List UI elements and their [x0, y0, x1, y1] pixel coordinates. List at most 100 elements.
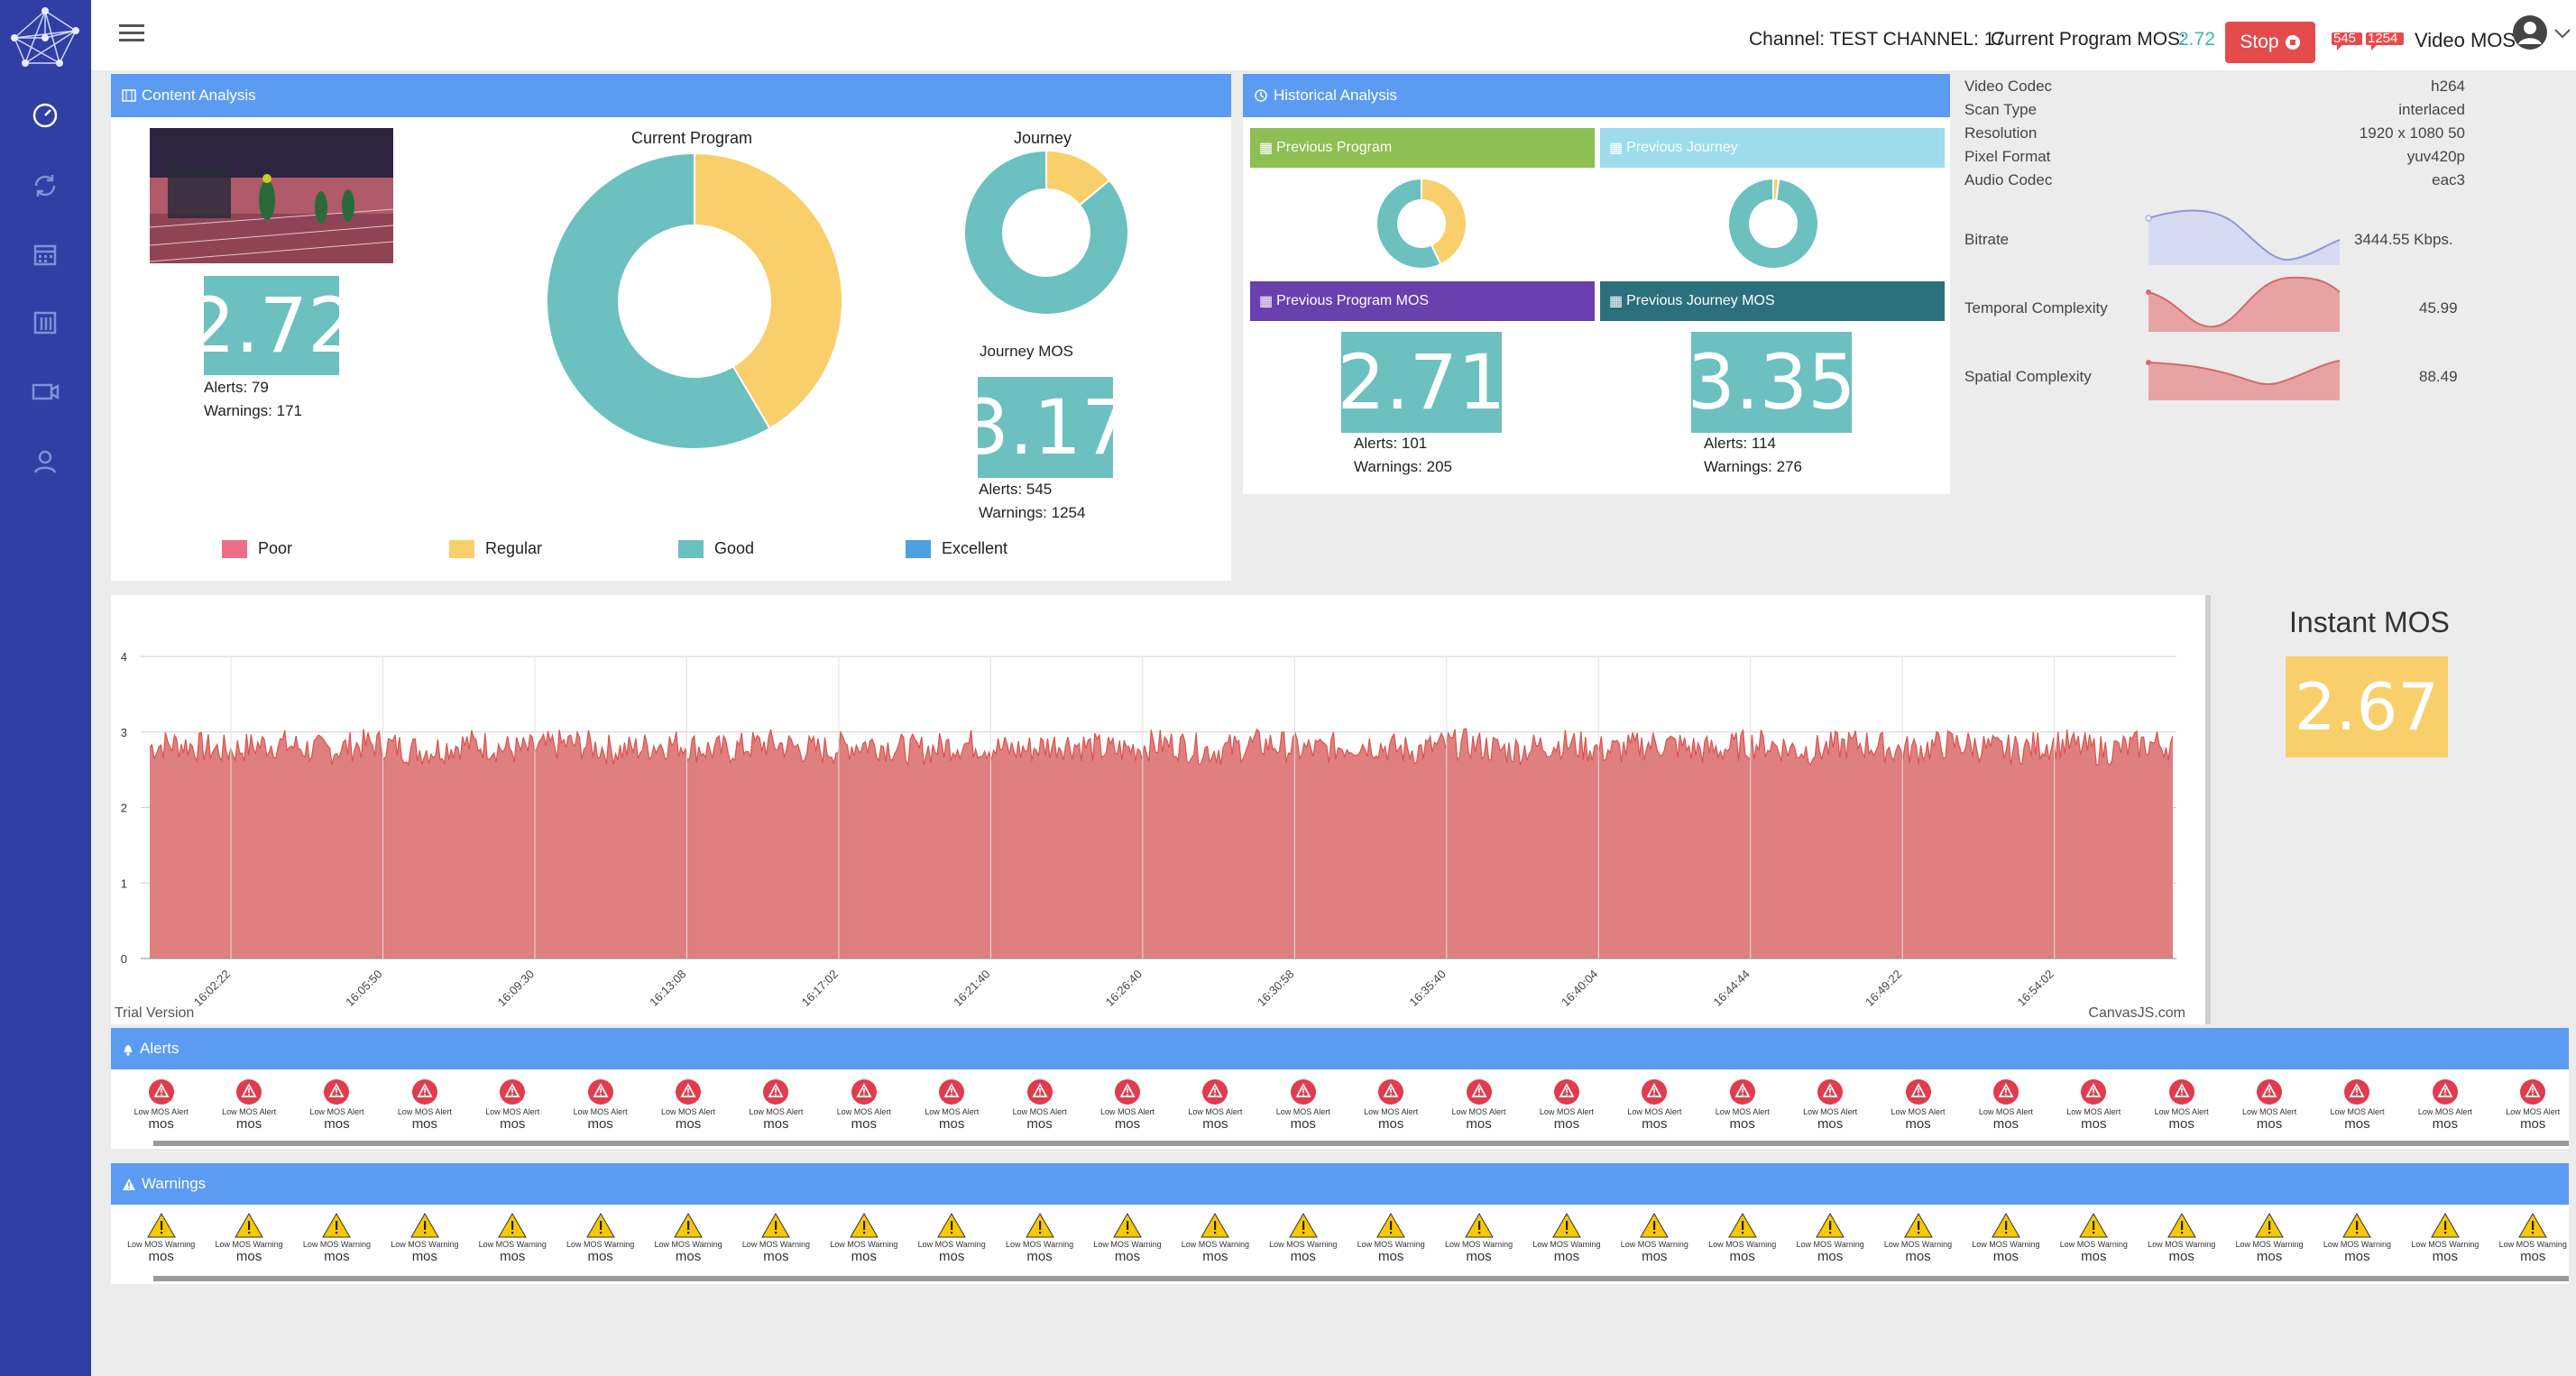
- network-logo-icon[interactable]: [5, 4, 85, 72]
- camera-icon[interactable]: [29, 375, 61, 408]
- mos-area-series[interactable]: [150, 729, 2173, 959]
- alert-item-type: mos: [2344, 1116, 2370, 1132]
- warning-item[interactable]: Low MOS Warning mos: [117, 1213, 205, 1283]
- alert-item[interactable]: Low MOS Alert mos: [2489, 1078, 2576, 1149]
- alert-item-label: Low MOS Alert: [2242, 1107, 2297, 1116]
- alerts-badge[interactable]: 545: [2332, 27, 2364, 52]
- previous-journey-donut[interactable]: [1726, 177, 1820, 271]
- alert-icon: [676, 1079, 702, 1105]
- alert-item[interactable]: Low MOS Alert mos: [381, 1078, 468, 1149]
- bitrate-value: 3444.55 Kbps.: [2354, 231, 2453, 248]
- alert-item[interactable]: Low MOS Alert mos: [1611, 1078, 1698, 1149]
- alert-item-label: Low MOS Alert: [1803, 1107, 1858, 1116]
- alert-item[interactable]: Low MOS Alert mos: [205, 1078, 292, 1149]
- warning-item[interactable]: Low MOS Warning mos: [820, 1213, 907, 1283]
- alert-item[interactable]: Low MOS Alert mos: [732, 1078, 820, 1149]
- legend-excellent[interactable]: Excellent: [906, 539, 1007, 558]
- warning-item[interactable]: Low MOS Warning mos: [732, 1213, 820, 1283]
- warnings-scrollbar[interactable]: [153, 1276, 2569, 1281]
- chart-scrollbar[interactable]: [2205, 595, 2211, 1024]
- warning-item[interactable]: Low MOS Warning mos: [205, 1213, 292, 1283]
- alert-icon: [2432, 1079, 2458, 1105]
- alert-item[interactable]: Low MOS Alert mos: [996, 1078, 1083, 1149]
- alert-item[interactable]: Low MOS Alert mos: [908, 1078, 996, 1149]
- alert-item[interactable]: Low MOS Alert mos: [293, 1078, 381, 1149]
- alert-item-type: mos: [1290, 1116, 1316, 1132]
- warnings-badge[interactable]: 1254: [2366, 27, 2406, 52]
- alert-item[interactable]: Low MOS Alert mos: [1698, 1078, 1786, 1149]
- alert-item[interactable]: Low MOS Alert mos: [1962, 1078, 2049, 1149]
- warning-item[interactable]: Low MOS Warning mos: [2401, 1213, 2489, 1283]
- mos-timeline-chart[interactable]: 0 1 2 3 4 16:02:22 16:05:50 16:09:30 16:13:08 16:…: [111, 595, 2205, 1024]
- temporal-complexity-sparkline[interactable]: [2145, 271, 2343, 332]
- bitrate-sparkline[interactable]: [2145, 206, 2343, 265]
- refresh-icon[interactable]: [29, 170, 61, 202]
- alert-item[interactable]: Low MOS Alert mos: [644, 1078, 731, 1149]
- warning-item[interactable]: Low MOS Warning mos: [1611, 1213, 1698, 1283]
- alert-item[interactable]: Low MOS Alert mos: [2314, 1078, 2401, 1149]
- alert-item[interactable]: Low MOS Alert mos: [1874, 1078, 1962, 1149]
- stop-button[interactable]: Stop: [2225, 22, 2315, 63]
- warning-item[interactable]: Low MOS Warning mos: [469, 1213, 557, 1283]
- alerts-scrollbar[interactable]: [153, 1141, 2569, 1146]
- previous-journey-warnings: Warnings: 276: [1704, 458, 1802, 475]
- warning-item[interactable]: Low MOS Warning mos: [1698, 1213, 1786, 1283]
- calendar-icon[interactable]: [29, 238, 61, 271]
- report-icon[interactable]: [29, 307, 61, 339]
- donut-slice-good[interactable]: [1727, 177, 1819, 270]
- warning-item[interactable]: Low MOS Warning mos: [996, 1213, 1083, 1283]
- alert-item[interactable]: Low MOS Alert mos: [820, 1078, 907, 1149]
- warning-item[interactable]: Low MOS Warning mos: [2489, 1213, 2576, 1283]
- alert-item[interactable]: Low MOS Alert mos: [1347, 1078, 1434, 1149]
- warning-item-type: mos: [1466, 1249, 1492, 1264]
- alert-item[interactable]: Low MOS Alert mos: [2050, 1078, 2138, 1149]
- chevron-down-icon[interactable]: [2553, 27, 2571, 40]
- spatial-complexity-sparkline[interactable]: [2145, 341, 2343, 400]
- alert-item[interactable]: Low MOS Alert mos: [2138, 1078, 2225, 1149]
- warning-item[interactable]: Low MOS Warning mos: [381, 1213, 468, 1283]
- alert-item[interactable]: Low MOS Alert mos: [2225, 1078, 2313, 1149]
- alert-item[interactable]: Low MOS Alert mos: [117, 1078, 205, 1149]
- alert-item[interactable]: Low MOS Alert mos: [557, 1078, 644, 1149]
- alert-item[interactable]: Low MOS Alert mos: [1523, 1078, 1610, 1149]
- alert-item[interactable]: Low MOS Alert mos: [1435, 1078, 1523, 1149]
- warning-item[interactable]: Low MOS Warning mos: [908, 1213, 996, 1283]
- chart-watermark-right[interactable]: CanvasJS.com: [2088, 1005, 2185, 1021]
- hamburger-menu-icon[interactable]: [119, 23, 144, 42]
- alert-item[interactable]: Low MOS Alert mos: [1259, 1078, 1347, 1149]
- video-thumbnail[interactable]: [150, 128, 393, 263]
- warning-item[interactable]: Low MOS Warning mos: [1874, 1213, 1962, 1283]
- legend-excellent-label: Excellent: [942, 539, 1008, 557]
- alert-item[interactable]: Low MOS Alert mos: [469, 1078, 557, 1149]
- dashboard-icon[interactable]: [29, 99, 61, 132]
- alert-item[interactable]: Low MOS Alert mos: [1083, 1078, 1171, 1149]
- warning-item[interactable]: Low MOS Warning mos: [1259, 1213, 1347, 1283]
- current-program-donut[interactable]: [545, 151, 844, 451]
- warning-item[interactable]: Low MOS Warning mos: [1786, 1213, 1873, 1283]
- warning-item[interactable]: Low MOS Warning mos: [293, 1213, 381, 1283]
- legend-poor[interactable]: Poor: [222, 539, 292, 558]
- alert-item[interactable]: Low MOS Alert mos: [1786, 1078, 1873, 1149]
- alert-item-label: Low MOS Alert: [1978, 1107, 2033, 1116]
- warning-item[interactable]: Low MOS Warning mos: [644, 1213, 731, 1283]
- warning-item[interactable]: Low MOS Warning mos: [1172, 1213, 1259, 1283]
- warning-item[interactable]: Low MOS Warning mos: [1083, 1213, 1171, 1283]
- previous-program-donut[interactable]: [1375, 177, 1468, 271]
- user-icon[interactable]: [29, 445, 61, 478]
- legend-regular[interactable]: Regular: [449, 539, 542, 558]
- warning-item[interactable]: Low MOS Warning mos: [2225, 1213, 2313, 1283]
- user-avatar-icon[interactable]: [2512, 14, 2548, 50]
- warning-item[interactable]: Low MOS Warning mos: [1347, 1213, 1434, 1283]
- warning-item-label: Low MOS Warning: [2498, 1240, 2567, 1249]
- warning-item[interactable]: Low MOS Warning mos: [557, 1213, 644, 1283]
- warning-item[interactable]: Low MOS Warning mos: [2138, 1213, 2225, 1283]
- warning-item[interactable]: Low MOS Warning mos: [2314, 1213, 2401, 1283]
- alert-item[interactable]: Low MOS Alert mos: [1172, 1078, 1259, 1149]
- alert-item[interactable]: Low MOS Alert mos: [2401, 1078, 2489, 1149]
- warning-item[interactable]: Low MOS Warning mos: [1435, 1213, 1523, 1283]
- warning-item[interactable]: Low MOS Warning mos: [1523, 1213, 1610, 1283]
- warning-item[interactable]: Low MOS Warning mos: [2050, 1213, 2138, 1283]
- warning-item[interactable]: Low MOS Warning mos: [1962, 1213, 2049, 1283]
- journey-donut[interactable]: [963, 150, 1129, 316]
- legend-good[interactable]: Good: [678, 539, 754, 558]
